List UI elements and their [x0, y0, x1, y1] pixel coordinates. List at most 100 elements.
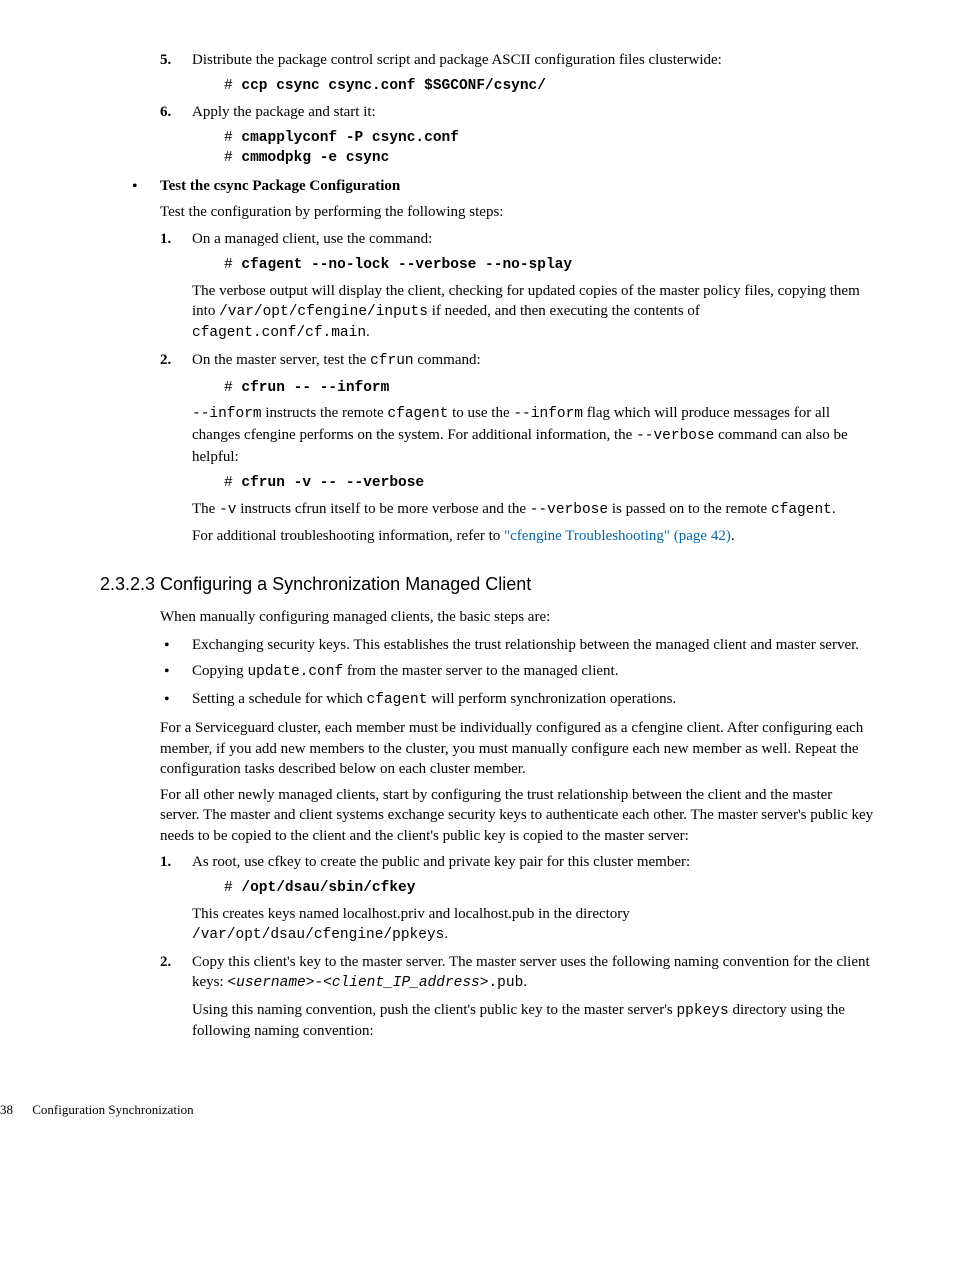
step-number: 2.: [160, 350, 171, 370]
step-number: 6.: [160, 102, 171, 122]
text: .: [731, 528, 735, 544]
page-footer: 38 Configuration Synchronization: [0, 1101, 894, 1119]
text: instructs the remote: [262, 405, 388, 421]
inline-code: --verbose: [530, 502, 608, 518]
prompt: #: [224, 475, 241, 491]
step-text: As root, use cfkey to create the public …: [192, 854, 690, 870]
step-number: 1.: [160, 852, 171, 872]
text: .: [523, 974, 527, 990]
inline-code: -v: [219, 502, 236, 518]
text: Using this naming convention, push the c…: [192, 1002, 676, 1018]
paragraph: The -v instructs cfrun itself to be more…: [192, 499, 874, 521]
inline-code: cfagent: [387, 406, 448, 422]
step-number: 1.: [160, 229, 171, 249]
command: cfrun -- --inform: [241, 380, 389, 396]
inline-code: update.conf: [247, 664, 343, 680]
text: if needed, and then executing the conten…: [428, 303, 700, 319]
paragraph: For additional troubleshooting informati…: [192, 526, 874, 546]
inline-code: cfagent: [367, 692, 428, 708]
inline-code: .pub: [488, 975, 523, 991]
paragraph: The verbose output will display the clie…: [192, 281, 874, 344]
command: cfagent --no-lock --verbose --no-splay: [241, 257, 572, 273]
config-step-2: 2. Copy this client's key to the master …: [160, 952, 874, 1042]
inline-code: /var/opt/cfengine/inputs: [219, 304, 428, 320]
test-intro: Test the configuration by performing the…: [160, 202, 874, 222]
command: /opt/dsau/sbin/cfkey: [241, 880, 415, 896]
command: cfrun -v -- --verbose: [241, 475, 424, 491]
paragraph: For a Serviceguard cluster, each member …: [160, 718, 874, 779]
code-block: # ccp csync csync.conf $SGCONF/csync/: [224, 76, 874, 96]
inline-code: cfagent.conf/cf.main: [192, 325, 366, 341]
step-text: Copy this client's key to the master ser…: [192, 954, 870, 990]
inline-code: cfrun: [370, 353, 414, 369]
test-step-2: 2. On the master server, test the cfrun …: [160, 350, 874, 546]
section-heading-2323: 2.3.2.3 Configuring a Synchronization Ma…: [100, 572, 874, 596]
prompt: #: [224, 78, 241, 94]
step-text: On a managed client, use the command:: [192, 231, 432, 247]
command: cmmodpkg -e csync: [241, 150, 389, 166]
text: For additional troubleshooting informati…: [192, 528, 504, 544]
config-step-1: 1. As root, use cfkey to create the publ…: [160, 852, 874, 946]
prompt: #: [224, 257, 241, 273]
prompt: #: [224, 880, 241, 896]
text: is passed on to the remote: [608, 501, 771, 517]
text: to use the: [448, 405, 513, 421]
text: .: [832, 501, 836, 517]
text: .: [366, 324, 370, 340]
step-5: 5. Distribute the package control script…: [160, 50, 874, 96]
text: The: [192, 501, 219, 517]
prompt: #: [224, 130, 241, 146]
inline-code: /var/opt/dsau/cfengine/ppkeys: [192, 927, 444, 943]
test-steps: 1. On a managed client, use the command:…: [160, 229, 874, 547]
step-text: On the master server, test the cfrun com…: [192, 352, 481, 368]
prompt: #: [224, 380, 241, 396]
list-item: Setting a schedule for which cfagent wil…: [160, 689, 874, 711]
inline-code: cfagent: [771, 502, 832, 518]
cross-ref-link[interactable]: "cfengine Troubleshooting" (page 42): [504, 528, 731, 544]
step-6: 6. Apply the package and start it: # cma…: [160, 102, 874, 168]
command: cmapplyconf -P csync.conf: [241, 130, 459, 146]
code-block: # cfrun -- --inform: [224, 378, 874, 398]
text: Setting a schedule for which: [192, 691, 367, 707]
text: This creates keys named localhost.priv a…: [192, 906, 630, 922]
test-section: Test the csync Package Configuration Tes…: [128, 176, 874, 546]
prompt: #: [224, 150, 241, 166]
code-block: # cmapplyconf -P csync.conf # cmmodpkg -…: [224, 128, 874, 168]
test-step-1: 1. On a managed client, use the command:…: [160, 229, 874, 344]
config-steps: 1. As root, use cfkey to create the publ…: [160, 852, 874, 1042]
paragraph: This creates keys named localhost.priv a…: [192, 904, 874, 946]
code-block: # cfrun -v -- --verbose: [224, 473, 874, 493]
list-item: Exchanging security keys. This establish…: [160, 635, 874, 655]
outer-numbered-list: 5. Distribute the package control script…: [160, 50, 874, 168]
basic-steps-list: Exchanging security keys. This establish…: [160, 635, 874, 710]
text: instructs cfrun itself to be more verbos…: [236, 501, 529, 517]
text: command:: [414, 352, 481, 368]
footer-title: Configuration Synchronization: [32, 1102, 193, 1117]
section-intro: When manually configuring managed client…: [160, 607, 874, 627]
text: On the master server, test the: [192, 352, 370, 368]
step-number: 5.: [160, 50, 171, 70]
test-bullet: Test the csync Package Configuration Tes…: [128, 176, 874, 546]
inline-code: --inform: [192, 406, 262, 422]
paragraph: --inform instructs the remote cfagent to…: [192, 403, 874, 466]
text: from the master server to the managed cl…: [343, 663, 618, 679]
inline-code: --verbose: [636, 428, 714, 444]
inline-code: --inform: [513, 406, 583, 422]
code-block: # cfagent --no-lock --verbose --no-splay: [224, 255, 874, 275]
step-text: Apply the package and start it:: [192, 104, 376, 120]
inline-code-italic: <username>-<client_IP_address>: [227, 975, 488, 991]
paragraph: Using this naming convention, push the c…: [192, 1000, 874, 1042]
page-number: 38: [0, 1102, 13, 1117]
command: ccp csync csync.conf $SGCONF/csync/: [241, 78, 546, 94]
text: Exchanging security keys. This establish…: [192, 637, 859, 653]
paragraph: For all other newly managed clients, sta…: [160, 785, 874, 846]
inline-code: ppkeys: [676, 1003, 728, 1019]
code-block: # /opt/dsau/sbin/cfkey: [224, 878, 874, 898]
text: Copying: [192, 663, 247, 679]
page-content: 5. Distribute the package control script…: [160, 50, 874, 1041]
text: .: [444, 926, 448, 942]
test-title: Test the csync Package Configuration: [160, 178, 400, 194]
step-number: 2.: [160, 952, 171, 972]
list-item: Copying update.conf from the master serv…: [160, 661, 874, 683]
text: will perform synchronization operations.: [427, 691, 676, 707]
